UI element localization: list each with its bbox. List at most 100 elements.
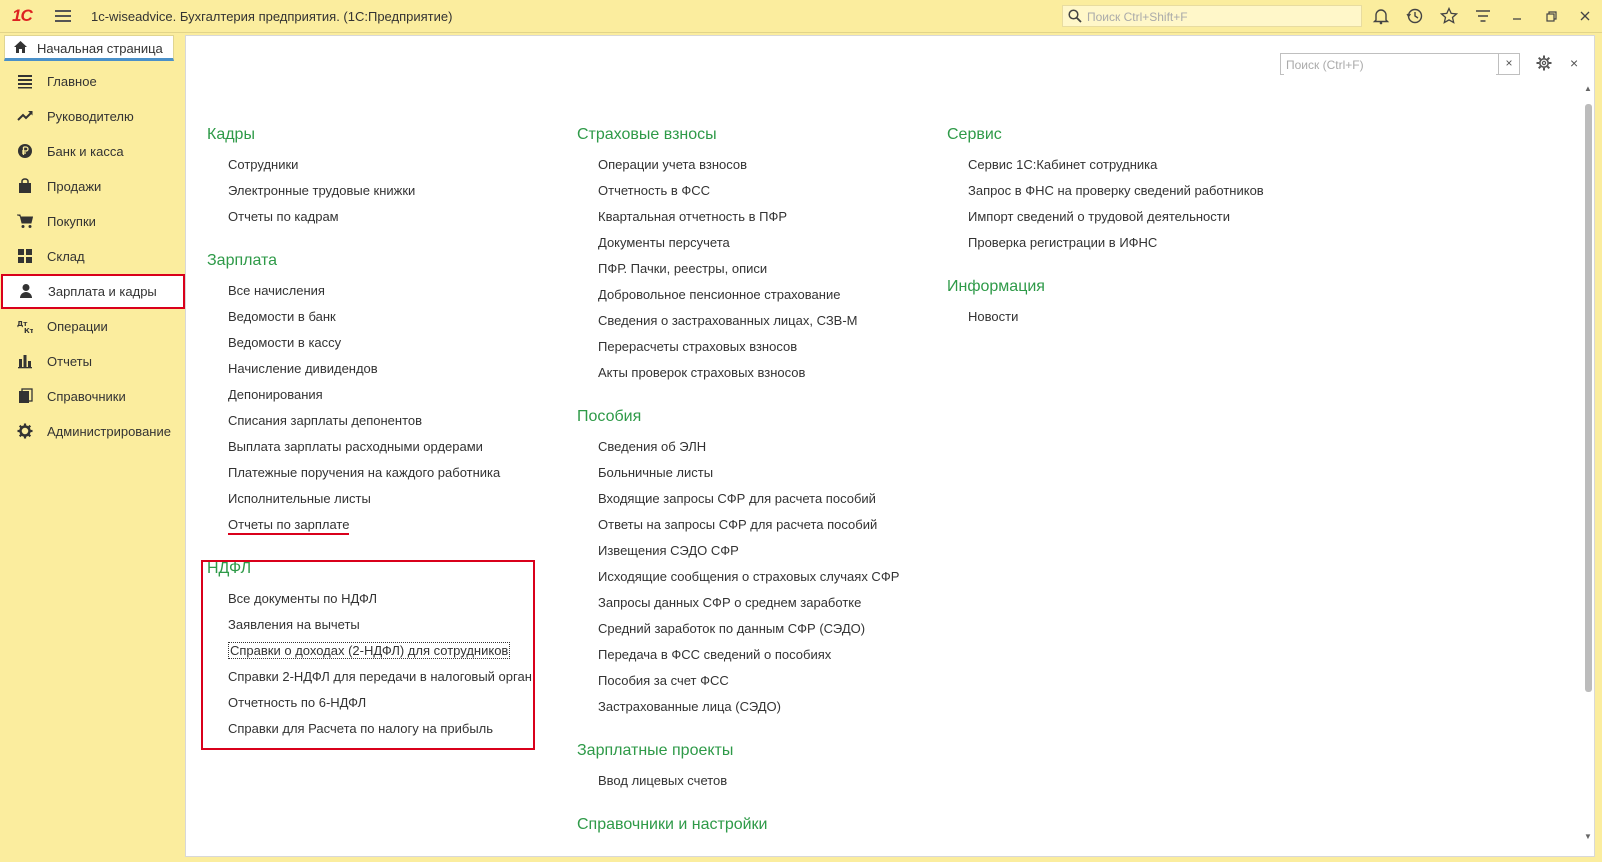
global-search-box[interactable] xyxy=(1062,5,1362,27)
link-item[interactable]: Проверка регистрации в ИФНС xyxy=(947,232,1264,258)
link-item[interactable]: Сведения о застрахованных лицах, СЗВ-М xyxy=(577,310,899,336)
clear-search-button[interactable]: × xyxy=(1498,54,1519,74)
sidebar-item-bank[interactable]: Банк и касса xyxy=(0,134,185,169)
link-label: Ведомости в кассу xyxy=(228,335,342,350)
link-item[interactable]: Извещения СЭДО СФР xyxy=(577,540,899,566)
link-item[interactable]: Новости xyxy=(947,306,1264,332)
history-icon[interactable] xyxy=(1406,7,1426,25)
link-item[interactable]: ПФР. Пачки, реестры, описи xyxy=(577,258,899,284)
cart-icon xyxy=(17,213,34,229)
link-item[interactable]: Отчетность по 6-НДФЛ xyxy=(207,692,532,718)
link-item[interactable]: Сведения об ЭЛН xyxy=(577,436,899,462)
link-label: Все документы по НДФЛ xyxy=(228,591,378,606)
link-item[interactable]: Пособия за счет ФСС xyxy=(577,670,899,696)
link-salary-reports[interactable]: Отчеты по зарплате xyxy=(207,514,532,540)
section-salary-projects: Зарплатные проекты Ввод лицевых счетов xyxy=(577,740,899,796)
function-menu-icon[interactable] xyxy=(1474,7,1494,25)
settings-gear-icon[interactable] xyxy=(1536,55,1552,74)
vertical-scrollbar[interactable]: ▲ ▼ xyxy=(1583,84,1593,844)
link-income-certificates[interactable]: Справки о доходах (2-НДФЛ) для сотрудник… xyxy=(207,640,532,666)
sidebar-item-catalogs[interactable]: Справочники xyxy=(0,379,185,414)
link-item[interactable]: Ввод лицевых счетов xyxy=(577,770,899,796)
sidebar-item-manager[interactable]: Руководителю xyxy=(0,99,185,134)
link-item[interactable]: Входящие запросы СФР для расчета пособий xyxy=(577,488,899,514)
hamburger-menu-icon[interactable] xyxy=(54,7,72,25)
sidebar-item-label: Продажи xyxy=(47,179,102,194)
link-item[interactable]: Сервис 1С:Кабинет сотрудника xyxy=(947,154,1264,180)
scroll-up-arrow-icon[interactable]: ▲ xyxy=(1584,84,1592,93)
link-label: Квартальная отчетность в ПФР xyxy=(598,209,788,224)
panel-search-input[interactable] xyxy=(1284,55,1496,75)
link-item[interactable]: Отчеты по кадрам xyxy=(207,206,532,232)
link-item[interactable]: Платежные поручения на каждого работника xyxy=(207,462,532,488)
global-search-input[interactable] xyxy=(1085,7,1359,27)
link-item[interactable]: Ведомости в кассу xyxy=(207,332,532,358)
minimize-icon[interactable] xyxy=(1508,7,1528,25)
link-item[interactable]: Передача в ФСС сведений о пособиях xyxy=(577,644,899,670)
column-3: Сервис Сервис 1С:Кабинет сотрудника Запр… xyxy=(947,124,1264,332)
link-label: ПФР. Пачки, реестры, описи xyxy=(598,261,768,276)
link-label: Импорт сведений о трудовой деятельности xyxy=(968,209,1230,224)
link-label: Передача в ФСС сведений о пособиях xyxy=(598,647,832,662)
link-item[interactable]: Ответы на запросы СФР для расчета пособи… xyxy=(577,514,899,540)
sidebar-item-purchases[interactable]: Покупки xyxy=(0,204,185,239)
link-item[interactable]: Начисление дивидендов xyxy=(207,358,532,384)
link-item[interactable]: Все начисления xyxy=(207,280,532,306)
link-item[interactable]: Справки для Расчета по налогу на прибыль xyxy=(207,718,532,744)
link-item[interactable]: Больничные листы xyxy=(577,462,899,488)
sidebar-item-warehouse[interactable]: Склад xyxy=(0,239,185,274)
link-label: Застрахованные лица (СЭДО) xyxy=(598,699,781,714)
bag-icon xyxy=(17,178,33,194)
link-item[interactable]: Импорт сведений о трудовой деятельности xyxy=(947,206,1264,232)
link-item[interactable]: Электронные трудовые книжки xyxy=(207,180,532,206)
link-item[interactable]: Ведомости в банк xyxy=(207,306,532,332)
link-item[interactable]: Запрос в ФНС на проверку сведений работн… xyxy=(947,180,1264,206)
link-item[interactable]: Акты проверок страховых взносов xyxy=(577,362,899,388)
sidebar-item-administration[interactable]: Администрирование xyxy=(0,414,185,449)
close-window-icon[interactable] xyxy=(1576,7,1596,25)
link-item[interactable]: Добровольное пенсионное страхование xyxy=(577,284,899,310)
sidebar-item-label: Покупки xyxy=(47,214,96,229)
sidebar-item-operations[interactable]: Дт Кт Операции xyxy=(0,309,185,344)
link-item[interactable]: Отчетность в ФСС xyxy=(577,180,899,206)
scroll-down-arrow-icon[interactable]: ▼ xyxy=(1584,832,1592,841)
link-item[interactable]: Перерасчеты страховых взносов xyxy=(577,336,899,362)
sidebar-item-salary-hr[interactable]: Зарплата и кадры xyxy=(1,274,185,309)
link-label: Исходящие сообщения о страховых случаях … xyxy=(598,569,900,584)
link-item[interactable]: Квартальная отчетность в ПФР xyxy=(577,206,899,232)
panel-search-box[interactable]: × xyxy=(1280,53,1520,75)
home-page-tab[interactable]: Начальная страница xyxy=(4,35,174,61)
grid-icon xyxy=(17,248,33,264)
link-item[interactable]: Сотрудники xyxy=(207,154,532,180)
link-label: Справки о доходах (2-НДФЛ) для сотрудник… xyxy=(228,642,511,659)
sidebar-item-sales[interactable]: Продажи xyxy=(0,169,185,204)
link-item[interactable]: Заявления на вычеты xyxy=(207,614,532,640)
link-item[interactable]: Запросы данных СФР о среднем заработке xyxy=(577,592,899,618)
restore-icon[interactable] xyxy=(1542,7,1562,25)
sidebar-item-main[interactable]: Главное xyxy=(0,64,185,99)
link-label: Депонирования xyxy=(228,387,323,402)
list-icon xyxy=(17,73,33,89)
dtkt-icon: Дт Кт xyxy=(17,318,35,335)
link-item[interactable]: Справки 2-НДФЛ для передачи в налоговый … xyxy=(207,666,532,692)
link-item[interactable]: Депонирования xyxy=(207,384,532,410)
link-item[interactable]: Все документы по НДФЛ xyxy=(207,588,532,614)
link-item[interactable]: Застрахованные лица (СЭДО) xyxy=(577,696,899,722)
link-item[interactable]: Средний заработок по данным СФР (СЭДО) xyxy=(577,618,899,644)
link-item[interactable]: Выплата зарплаты расходными ордерами xyxy=(207,436,532,462)
link-item[interactable]: Операции учета взносов xyxy=(577,154,899,180)
link-item[interactable]: Списания зарплаты депонентов xyxy=(207,410,532,436)
star-icon[interactable] xyxy=(1440,7,1460,25)
close-panel-icon[interactable]: × xyxy=(1570,55,1578,71)
section-insurance: Страховые взносы Операции учета взносов … xyxy=(577,124,899,388)
section-information: Информация Новости xyxy=(947,276,1264,332)
link-item[interactable]: Исполнительные листы xyxy=(207,488,532,514)
link-item[interactable]: Документы персучета xyxy=(577,232,899,258)
scroll-thumb[interactable] xyxy=(1585,104,1592,692)
bell-icon[interactable] xyxy=(1372,7,1392,25)
column-2: Страховые взносы Операции учета взносов … xyxy=(577,124,899,844)
sidebar-item-reports[interactable]: Отчеты xyxy=(0,344,185,379)
section-title: Информация xyxy=(947,278,1045,295)
link-item[interactable]: Исходящие сообщения о страховых случаях … xyxy=(577,566,899,592)
link-label: Все начисления xyxy=(228,283,325,298)
